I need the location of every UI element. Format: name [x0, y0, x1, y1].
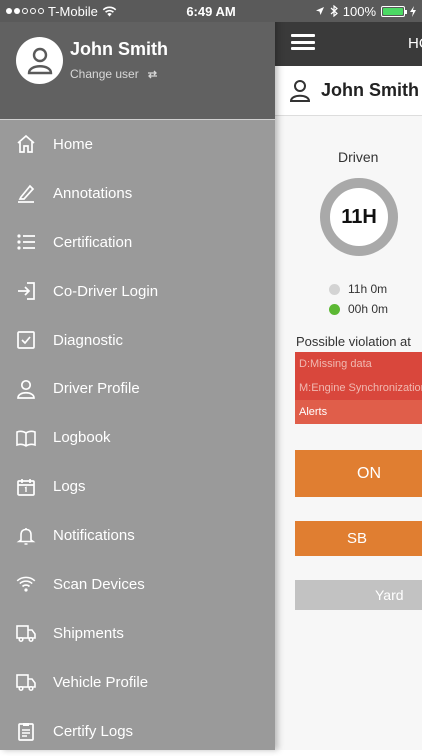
swap-icon — [147, 69, 158, 80]
menu-item-label: Driver Profile — [53, 380, 140, 398]
legend-label: 00h 0m — [348, 302, 389, 316]
violation-text: Possible violation at — [296, 334, 411, 349]
book-icon — [16, 428, 36, 448]
alert-row[interactable]: D:Missing data — [295, 352, 422, 376]
menu-item-label: Shipments — [53, 624, 124, 642]
menu-item-co-driver-login[interactable]: Co-Driver Login — [0, 267, 275, 316]
app-user-bar: John Smith — [275, 66, 422, 116]
clipboard-icon — [16, 721, 36, 741]
drawer-menu: Home Annotations Certification Co-Driver… — [0, 120, 275, 756]
alerts-list[interactable]: D:Missing data M:Engine Synchronization … — [295, 352, 422, 424]
menu-item-vehicle-profile[interactable]: Vehicle Profile — [0, 658, 275, 707]
menu-item-scan-devices[interactable]: Scan Devices — [0, 560, 275, 609]
menu-item-logbook[interactable]: Logbook — [0, 413, 275, 462]
navigation-drawer: John Smith Change user Home Annotations … — [0, 0, 275, 750]
drawer-user-name: John Smith — [70, 39, 168, 59]
bell-icon — [16, 526, 36, 546]
menu-item-label: Logbook — [53, 429, 111, 447]
login-icon — [16, 281, 36, 301]
user-icon — [16, 379, 36, 399]
menu-item-label: Logs — [53, 478, 86, 496]
hours-ring-value: 11H — [341, 205, 377, 228]
on-duty-button[interactable]: ON — [295, 450, 422, 497]
carrier-name: T-Mobile — [48, 3, 98, 19]
menu-item-label: Notifications — [53, 527, 135, 545]
menu-item-label: Certify Logs — [53, 722, 134, 740]
legend-swatch — [329, 283, 340, 295]
driven-label: Driven — [338, 149, 379, 165]
user-icon — [27, 47, 52, 74]
menu-item-notifications[interactable]: Notifications — [0, 511, 275, 560]
menu-item-label: Scan Devices — [53, 575, 145, 593]
battery-percent: 100% — [342, 3, 376, 19]
signal-icon — [6, 8, 44, 14]
hours-content: Driven 11H 11h 0m 00h 0m Possible violat… — [275, 116, 422, 750]
menu-item-label: Vehicle Profile — [53, 673, 149, 691]
avatar — [16, 37, 63, 84]
status-right: 100% — [315, 4, 416, 19]
menu-item-label: Certification — [53, 233, 133, 251]
truck-icon — [16, 623, 36, 643]
menu-item-annotations[interactable]: Annotations — [0, 169, 275, 218]
list-icon — [16, 232, 36, 252]
menu-item-shipments[interactable]: Shipments — [0, 609, 275, 658]
legend-swatch — [329, 303, 340, 315]
bluetooth-icon — [330, 5, 338, 17]
alert-row[interactable]: M:Engine Synchronization — [295, 376, 422, 400]
carrier-info: T-Mobile — [6, 4, 117, 19]
menu-item-label: Diagnostic — [53, 331, 124, 349]
yard-button[interactable]: Yard — [295, 580, 422, 610]
truck-icon — [16, 672, 36, 692]
menu-item-home[interactable]: Home — [0, 120, 275, 169]
status-bar: 6:49 AM T-Mobile 100% — [0, 0, 422, 22]
legend-item: 11h 0m — [329, 282, 387, 296]
menu-icon[interactable] — [291, 34, 315, 50]
menu-item-logs[interactable]: Logs — [0, 462, 275, 511]
main-screen: HO John Smith Driven 11H 11h 0m 00h 0m P… — [275, 0, 422, 750]
calendar-icon — [16, 477, 36, 497]
user-icon — [289, 79, 311, 103]
menu-item-certify-logs[interactable]: Certify Logs — [0, 707, 275, 756]
alert-row[interactable]: Alerts — [295, 400, 422, 424]
menu-item-label: Annotations — [53, 184, 133, 202]
legend-item: 00h 0m — [329, 302, 388, 316]
change-user-button[interactable]: Change user — [70, 67, 158, 81]
app-title: HO — [408, 35, 422, 52]
legend-label: 11h 0m — [348, 282, 388, 296]
menu-item-label: Home — [53, 135, 94, 153]
change-user-label: Change user — [70, 67, 139, 81]
wifi-status-icon — [102, 6, 117, 17]
checkbox-icon — [16, 330, 36, 350]
app-user-name: John Smith — [321, 80, 419, 100]
sleeper-berth-button[interactable]: SB — [295, 521, 422, 556]
home-icon — [16, 134, 36, 154]
hours-ring: 11H — [320, 178, 398, 256]
menu-item-diagnostic[interactable]: Diagnostic — [0, 316, 275, 365]
wifi-icon — [16, 574, 36, 594]
pencil-icon — [16, 183, 36, 204]
battery-icon — [381, 5, 407, 17]
menu-item-label: Co-Driver Login — [53, 282, 159, 300]
charging-icon — [410, 5, 416, 17]
menu-item-certification[interactable]: Certification — [0, 218, 275, 267]
location-icon — [315, 6, 325, 16]
menu-item-driver-profile[interactable]: Driver Profile — [0, 364, 275, 413]
